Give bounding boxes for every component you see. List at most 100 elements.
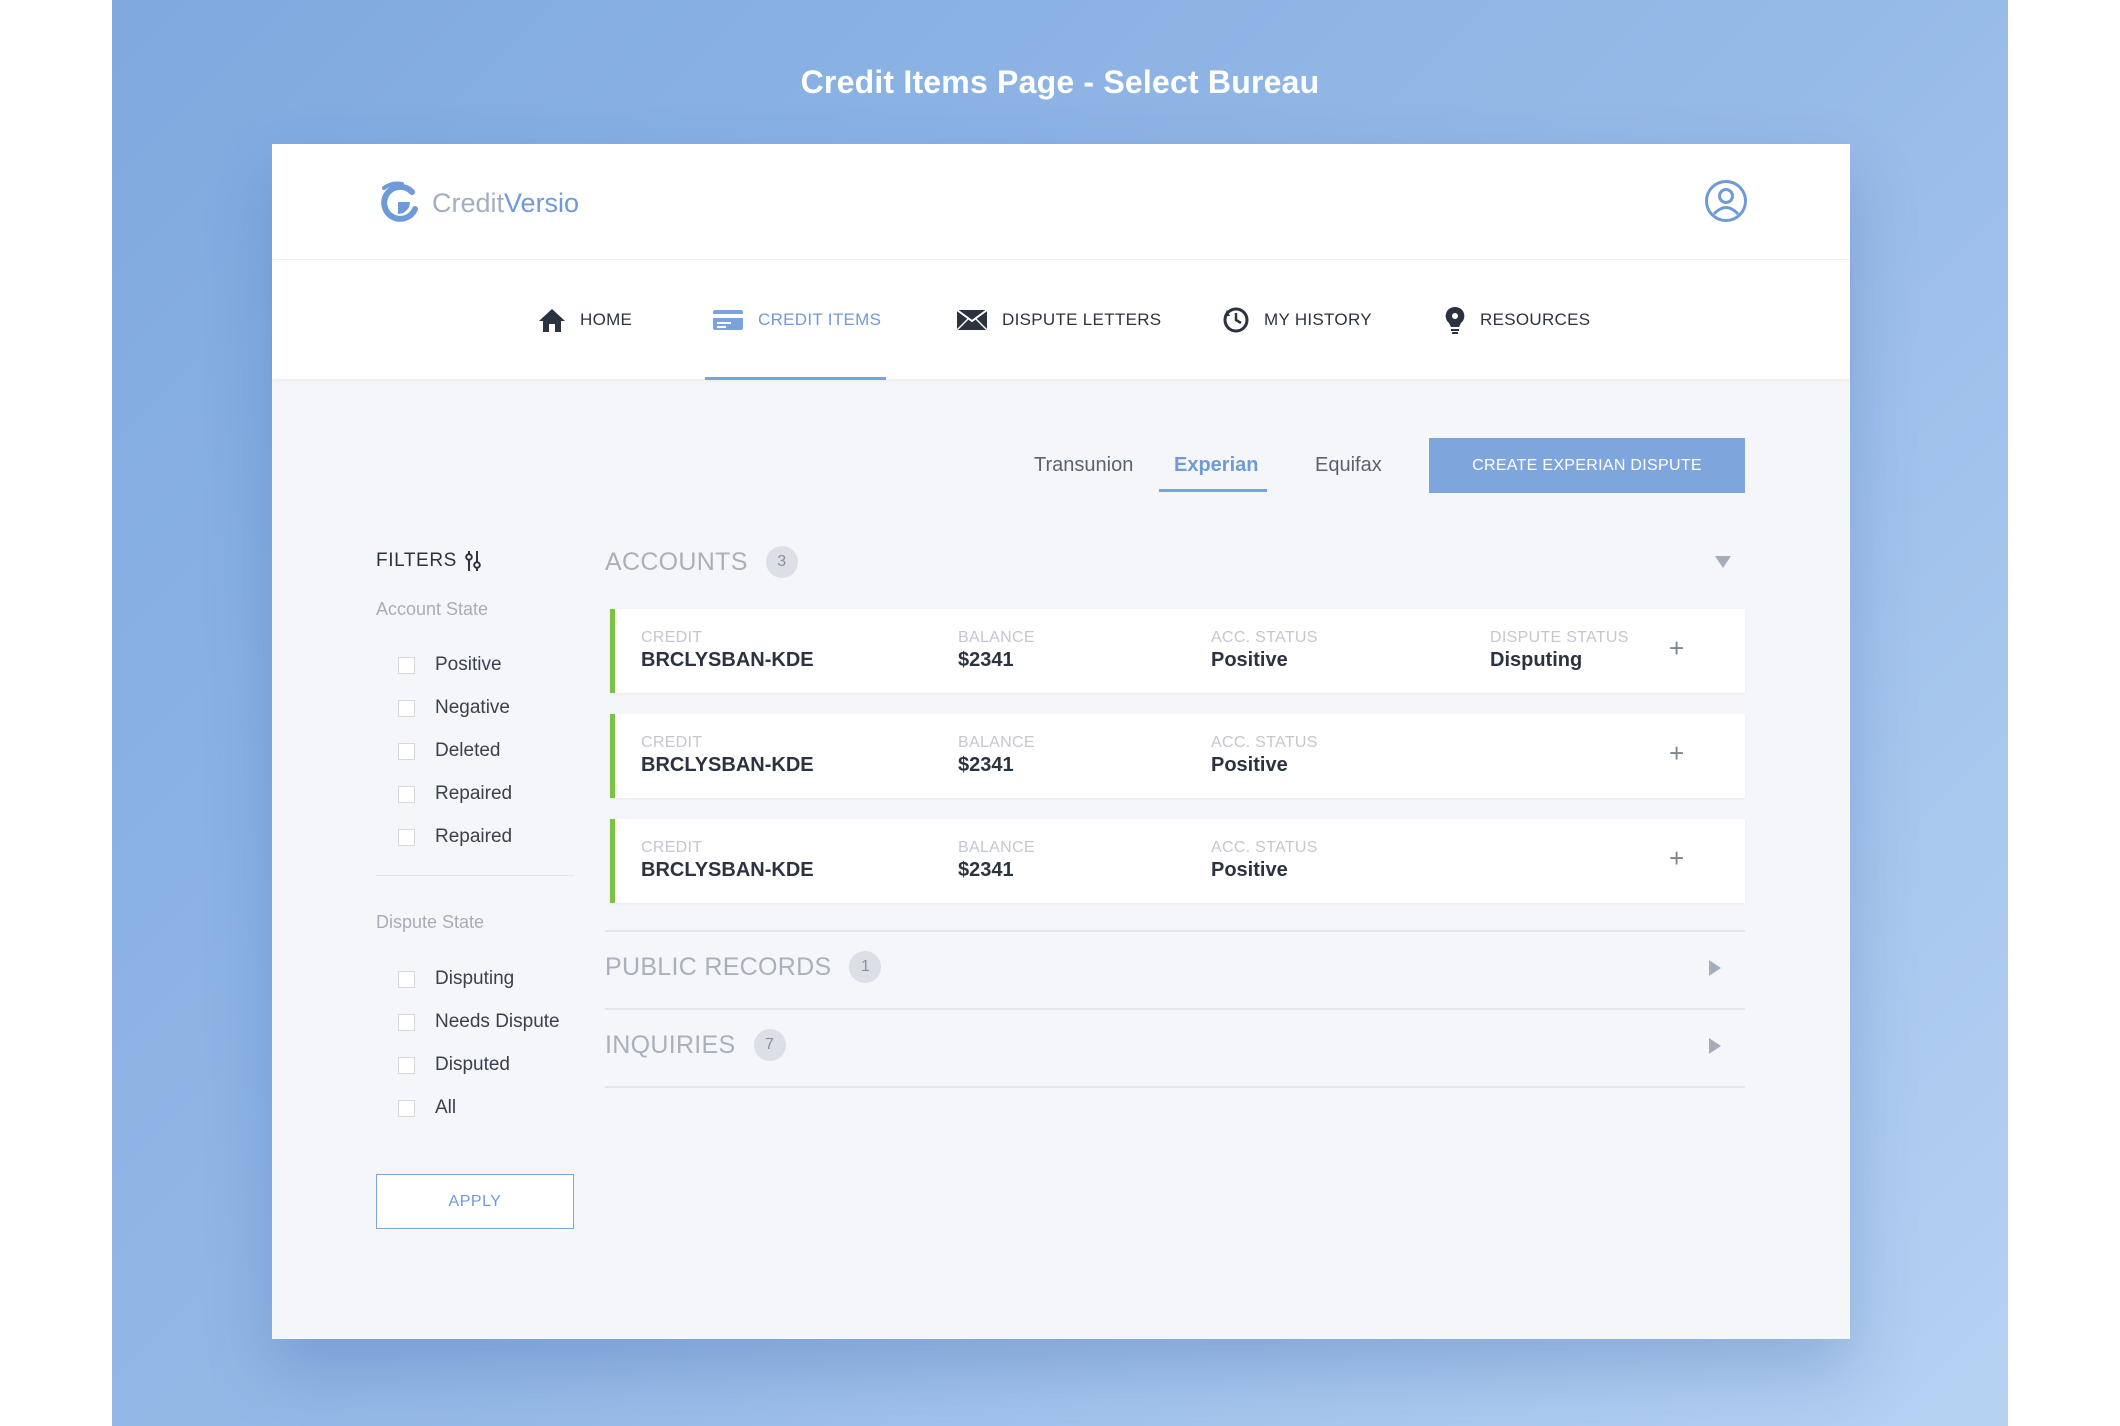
checkbox-label: Repaired: [435, 826, 513, 847]
checkbox-negative[interactable]: Negative: [398, 697, 510, 719]
checkbox-box[interactable]: [398, 742, 415, 760]
account-card[interactable]: CREDIT BRCLYSBAN-KDE BALANCE $2341 ACC. …: [610, 714, 1745, 798]
history-icon: [1223, 307, 1249, 333]
field-value: $2341: [958, 754, 1014, 776]
count-badge: 7: [753, 1029, 786, 1061]
expand-arrow-icon[interactable]: [1708, 1037, 1722, 1055]
field-label: DISPUTE STATUS: [1490, 629, 1629, 646]
checkbox-label: Repaired: [435, 783, 513, 804]
brand-logo[interactable]: CreditVersio: [376, 180, 579, 226]
expand-arrow-icon[interactable]: [1708, 959, 1722, 977]
checkbox-deleted[interactable]: Deleted: [398, 740, 501, 762]
section-title: PUBLIC RECORDS: [605, 952, 832, 981]
balance-field: BALANCE $2341: [958, 839, 1035, 882]
field-value: Positive: [1211, 859, 1288, 881]
account-card[interactable]: CREDIT BRCLYSBAN-KDE BALANCE $2341 ACC. …: [610, 819, 1745, 903]
tab-experian[interactable]: Experian: [1174, 454, 1258, 477]
tab-transunion[interactable]: Transunion: [1034, 454, 1133, 477]
checkbox-box[interactable]: [398, 828, 415, 846]
background-stage: Credit Items Page - Select Bureau Credit…: [112, 0, 2008, 1426]
dispute-state-label: Dispute State: [376, 912, 485, 932]
field-label: CREDIT: [641, 629, 703, 646]
nav-item-credit-items[interactable]: CREDIT ITEMS: [712, 260, 881, 380]
home-icon: [539, 309, 565, 332]
field-value: BRCLYSBAN-KDE: [641, 754, 814, 776]
status-field: ACC. STATUS Positive: [1211, 629, 1318, 672]
expand-plus-icon[interactable]: +: [1669, 738, 1684, 769]
collapse-arrow-icon[interactable]: [1714, 555, 1732, 569]
credit-field: CREDIT BRCLYSBAN-KDE: [641, 839, 814, 882]
credit-field: CREDIT BRCLYSBAN-KDE: [641, 734, 814, 777]
nav-item-home[interactable]: HOME: [538, 260, 632, 380]
checkbox-box[interactable]: [398, 785, 415, 803]
field-label: ACC. STATUS: [1211, 629, 1318, 646]
checkbox-box[interactable]: [398, 699, 415, 717]
nav-item-my-history[interactable]: MY HISTORY: [1222, 260, 1372, 380]
envelope-icon: [956, 309, 988, 331]
app-window: CreditVersio HOME CREDIT ITEMS DISPUTE L…: [272, 144, 1850, 1339]
main-nav: HOME CREDIT ITEMS DISPUTE LETTERS MY HIS…: [272, 259, 1850, 380]
expand-plus-icon[interactable]: +: [1669, 843, 1684, 874]
apply-filters-button[interactable]: APPLY: [376, 1174, 574, 1229]
credit-card-icon: [713, 310, 743, 330]
field-value: Positive: [1211, 754, 1288, 776]
checkbox-repaired-2[interactable]: Repaired: [398, 826, 512, 848]
checkbox-needs-dispute[interactable]: Needs Dispute: [398, 1011, 560, 1033]
checkbox-box[interactable]: [398, 1099, 415, 1117]
count-badge: 1: [849, 951, 882, 983]
filters-title: FILTERS: [376, 550, 457, 571]
checkbox-label: Disputed: [435, 1054, 510, 1075]
field-label: CREDIT: [641, 839, 703, 856]
checkbox-label: Negative: [435, 697, 510, 718]
checkbox-box[interactable]: [398, 656, 415, 674]
field-value: $2341: [958, 649, 1014, 671]
user-avatar-icon[interactable]: [1704, 179, 1748, 223]
nav-item-dispute-letters[interactable]: DISPUTE LETTERS: [956, 260, 1161, 380]
field-label: ACC. STATUS: [1211, 839, 1318, 856]
expand-plus-icon[interactable]: +: [1669, 633, 1684, 664]
field-value: Positive: [1211, 649, 1288, 671]
field-value: $2341: [958, 859, 1014, 881]
nav-label-dispute-letters: DISPUTE LETTERS: [1002, 310, 1162, 329]
checkbox-all[interactable]: All: [398, 1097, 456, 1119]
checkbox-disputed[interactable]: Disputed: [398, 1054, 510, 1076]
checkbox-positive[interactable]: Positive: [398, 654, 502, 676]
checkbox-label: Needs Dispute: [435, 1011, 560, 1032]
filter-divider: [376, 875, 574, 876]
public-records-section-header[interactable]: PUBLIC RECORDS 1: [605, 951, 882, 983]
checkbox-box[interactable]: [398, 970, 415, 988]
accounts-section-header[interactable]: ACCOUNTS 3: [605, 546, 798, 578]
credit-field: CREDIT BRCLYSBAN-KDE: [641, 629, 814, 672]
lightbulb-icon: [1445, 306, 1465, 334]
tab-equifax[interactable]: Equifax: [1315, 454, 1382, 477]
balance-field: BALANCE $2341: [958, 734, 1035, 777]
checkbox-repaired[interactable]: Repaired: [398, 783, 512, 805]
checkbox-label: Deleted: [435, 740, 501, 761]
field-value: BRCLYSBAN-KDE: [641, 649, 814, 671]
create-dispute-button[interactable]: CREATE EXPERIAN DISPUTE: [1429, 438, 1745, 493]
section-divider: [605, 930, 1745, 932]
filter-sliders-icon[interactable]: [465, 550, 481, 572]
brand-name: CreditVersio: [432, 188, 579, 219]
nav-label-home: HOME: [580, 310, 633, 329]
field-label: CREDIT: [641, 734, 703, 751]
inquiries-section-header[interactable]: INQUIRIES 7: [605, 1029, 786, 1061]
checkbox-label: All: [435, 1097, 457, 1118]
section-divider: [605, 1086, 1745, 1088]
bureau-active-indicator: [1159, 489, 1267, 492]
balance-field: BALANCE $2341: [958, 629, 1035, 672]
checkbox-disputing[interactable]: Disputing: [398, 968, 514, 990]
section-divider: [605, 1008, 1745, 1010]
filters-heading: FILTERS: [376, 550, 481, 572]
nav-label-my-history: MY HISTORY: [1264, 310, 1372, 329]
field-label: BALANCE: [958, 629, 1035, 646]
logo-icon: [381, 181, 418, 222]
checkbox-box[interactable]: [398, 1013, 415, 1031]
nav-item-resources[interactable]: RESOURCES: [1444, 260, 1590, 380]
page-title: Credit Items Page - Select Bureau: [800, 64, 1320, 100]
checkbox-box[interactable]: [398, 1056, 415, 1074]
checkbox-label: Disputing: [435, 968, 515, 989]
account-card[interactable]: CREDIT BRCLYSBAN-KDE BALANCE $2341 ACC. …: [610, 609, 1745, 693]
checkbox-label: Positive: [435, 654, 502, 675]
field-label: BALANCE: [958, 734, 1035, 751]
